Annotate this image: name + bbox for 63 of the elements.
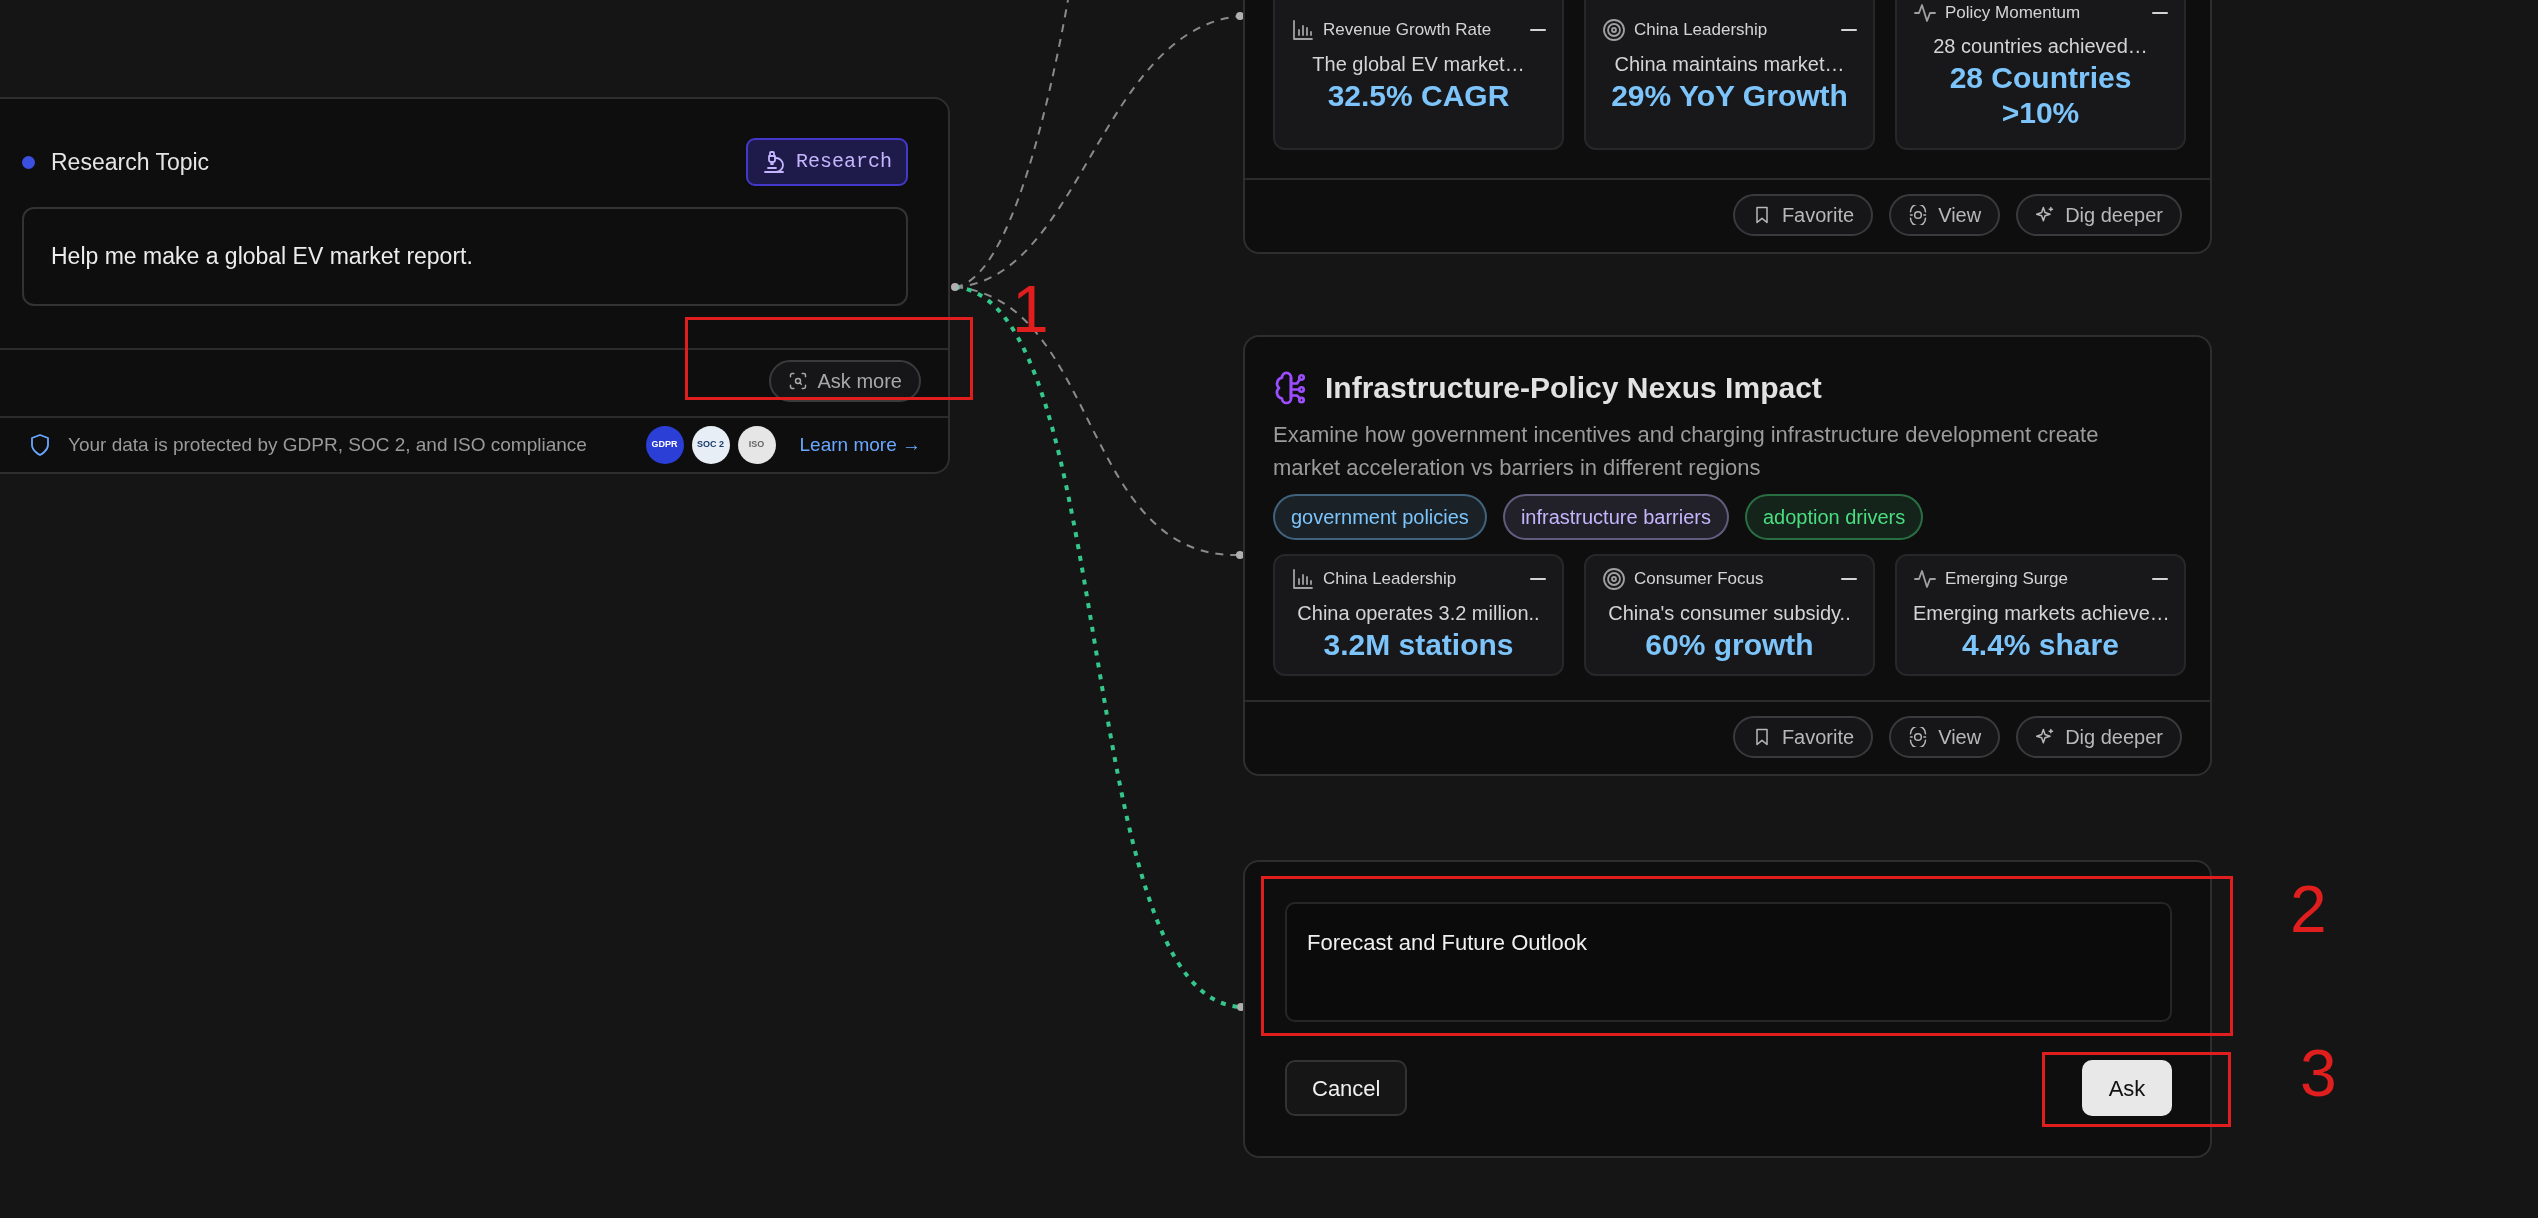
metric-value: 3.2M stations	[1322, 627, 1515, 662]
minus-icon[interactable]	[2152, 577, 2168, 580]
compliance-text: Your data is protected by GDPR, SOC 2, and ISO compliance	[68, 432, 587, 457]
metric-title: China Leadership	[1323, 568, 1458, 590]
metric-summary: 28 countries achieved…	[1932, 34, 2149, 60]
port-dot	[951, 283, 959, 291]
target-icon	[1602, 566, 1626, 591]
metric-title: Policy Momentum	[1945, 1, 2082, 24]
minus-icon[interactable]	[1841, 28, 1857, 31]
ask-more-button[interactable]: Ask more	[768, 359, 921, 402]
prompt-box: Help me make a global EV market report.	[22, 207, 908, 306]
metric-title: Emerging Surge	[1945, 568, 2069, 590]
cancel-button[interactable]: Cancel	[1285, 1060, 1408, 1116]
sparkle-icon	[2035, 727, 2056, 747]
scan-icon	[787, 370, 808, 391]
bar-chart-icon	[1291, 17, 1315, 42]
action-button[interactable]: Favorite	[1732, 716, 1874, 758]
minus-icon[interactable]	[1841, 577, 1857, 580]
metric-title: Revenue Growth Rate	[1323, 19, 1493, 41]
tag[interactable]: adoption drivers	[1744, 494, 1924, 540]
card-title: Infrastructure-Policy Nexus Impact	[1325, 370, 1822, 406]
shield-icon	[28, 432, 52, 457]
action-button[interactable]: View	[1889, 194, 2001, 236]
metric-summary: China operates 3.2 million..	[1296, 600, 1541, 626]
ask-button[interactable]: Ask	[2082, 1060, 2172, 1116]
research-badge: Research	[746, 138, 908, 186]
eye-icon	[1908, 205, 1929, 225]
annotation-number: 3	[2300, 1040, 2337, 1106]
action-button[interactable]: View	[1889, 716, 2001, 758]
annotation-number: 2	[2290, 876, 2327, 942]
tag[interactable]: infrastructure barriers	[1502, 494, 1729, 540]
metric-title: Consumer Focus	[1634, 568, 1765, 590]
metric-value: 4.4% share	[1961, 627, 2120, 662]
annotation-number: 1	[1012, 276, 1049, 342]
sparkle-icon	[2035, 205, 2056, 225]
certification-seal: GDPR	[645, 425, 684, 464]
card-description: Examine how government incentives and charging infrastructure development create market acceleration vs barriers in different regions	[1273, 421, 2100, 482]
metric-summary: Emerging markets achieve…	[1913, 600, 2168, 626]
action-button[interactable]: Dig deeper	[2016, 716, 2182, 758]
bar-chart-icon	[1291, 566, 1315, 591]
metric-value: 32.5% CAGR	[1326, 78, 1511, 113]
metric-value: 28 Countries >10%	[1948, 61, 2133, 131]
metric-value: 29% YoY Growth	[1610, 78, 1849, 113]
certification-seal: ISO	[737, 425, 776, 464]
tag[interactable]: government policies	[1273, 494, 1487, 540]
minus-icon[interactable]	[1530, 28, 1546, 31]
status-dot	[22, 155, 35, 169]
metric-value: 60% growth	[1644, 627, 1815, 662]
target-icon	[1602, 17, 1626, 42]
metric-summary: China maintains market…	[1613, 51, 1846, 77]
microscope-icon	[762, 150, 786, 174]
metric-title: China Leadership	[1634, 19, 1769, 41]
card-title: Research Topic	[51, 147, 210, 177]
learn-more-link[interactable]: Learn more →	[799, 430, 921, 459]
eye-icon	[1908, 727, 1929, 747]
minus-icon[interactable]	[1530, 577, 1546, 580]
question-field[interactable]: Forecast and Future Outlook	[1285, 902, 2172, 1022]
minus-icon[interactable]	[2152, 11, 2168, 14]
metric-summary: China's consumer subsidy..	[1607, 600, 1852, 626]
metric-summary: The global EV market…	[1311, 51, 1526, 77]
action-button[interactable]: Favorite	[1732, 194, 1874, 236]
certification-seal: SOC 2	[691, 425, 730, 464]
action-button[interactable]: Dig deeper	[2016, 194, 2182, 236]
